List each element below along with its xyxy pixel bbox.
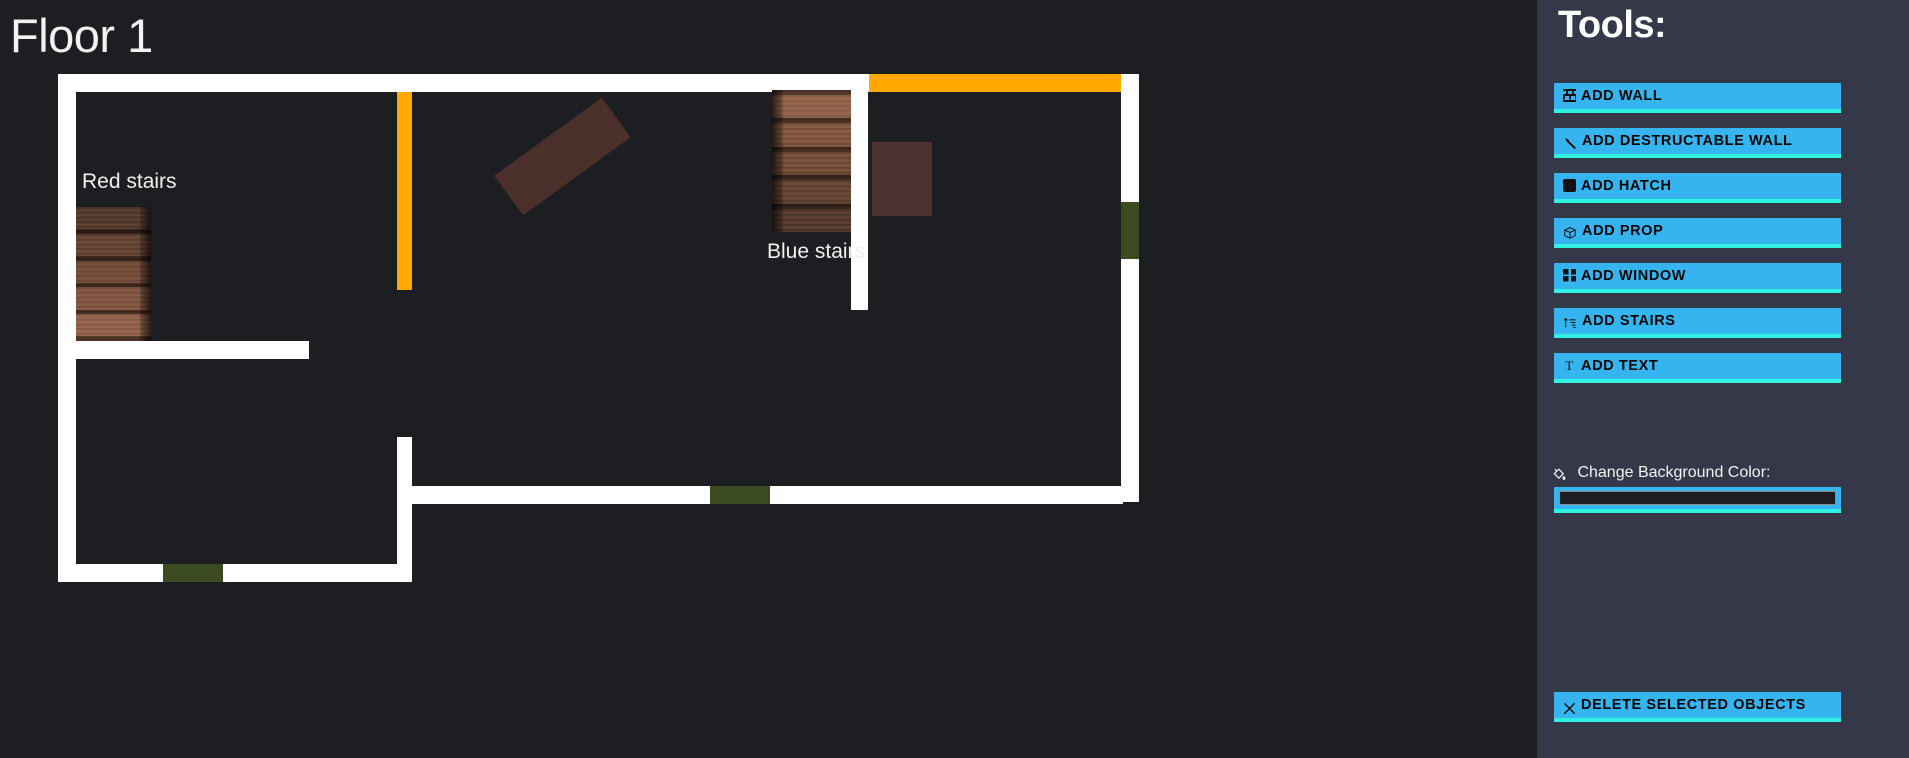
wall-segment-outer-right-lower[interactable]	[1121, 259, 1139, 502]
stair-step	[772, 175, 851, 205]
tool-button-label: ADD STAIRS	[1582, 313, 1676, 330]
delete-selected-objects-button[interactable]: DELETE SELECTED OBJECTS	[1554, 692, 1841, 722]
floor-plan-editor: Floor 1 Red stairs Blue stairs Tools: ADD…	[0, 0, 1909, 758]
tool-button-label: ADD TEXT	[1581, 358, 1659, 375]
stair-step	[772, 146, 851, 176]
tool-button-label: ADD PROP	[1582, 223, 1664, 240]
stair-step	[772, 118, 851, 148]
tools-sidebar: Tools: ADD WALL ADD DESTRUCTABLE WALL ADD …	[1537, 0, 1909, 758]
wall-segment-right-window[interactable]	[1121, 202, 1139, 259]
tool-button-list: ADD WALL ADD DESTRUCTABLE WALL ADD HATCH AD…	[1554, 83, 1841, 398]
tool-button-label: ADD WINDOW	[1581, 268, 1687, 285]
close-x-icon	[1563, 698, 1576, 714]
hatch-object-hatch-angled[interactable]	[494, 97, 631, 216]
brick-wall-icon	[1563, 88, 1576, 102]
background-color-input[interactable]	[1554, 487, 1841, 513]
tool-button-label: ADD WALL	[1581, 88, 1663, 105]
stair-nosing	[772, 175, 851, 181]
canvas-text-blue-stairs-label[interactable]: Blue stairs	[767, 239, 865, 264]
delete-button-container: DELETE SELECTED OBJECTS	[1554, 692, 1841, 722]
stair-nosing	[772, 203, 851, 209]
tool-button-add-stairs[interactable]: ADD STAIRS	[1554, 308, 1841, 338]
wall-segment-outer-bottom[interactable]	[58, 564, 412, 582]
wall-segment-inner-vert-blue[interactable]	[851, 92, 868, 310]
wall-segment-outer-left[interactable]	[58, 74, 76, 582]
hammer-icon	[1563, 133, 1577, 149]
wall-segment-inner-horiz-left[interactable]	[76, 341, 309, 359]
canvas-text-red-stairs-label[interactable]: Red stairs	[82, 169, 177, 194]
stairs-icon	[1563, 313, 1577, 329]
stairs-object-blue-stairs[interactable]	[772, 90, 851, 232]
window-panes-icon	[1563, 268, 1576, 282]
stair-step	[772, 90, 851, 119]
plan-objects-layer: Red stairs Blue stairs	[0, 0, 1537, 758]
text-t-icon: T	[1565, 357, 1574, 373]
tool-button-add-text[interactable]: T ADD TEXT	[1554, 353, 1841, 383]
tool-button-add-destructable-wall[interactable]: ADD DESTRUCTABLE WALL	[1554, 128, 1841, 158]
stairs-object-red-stairs[interactable]	[76, 207, 151, 341]
stair-nosing	[772, 90, 851, 95]
wall-segment-outer-right-upper[interactable]	[1121, 74, 1139, 202]
wall-segment-inner-vert-right[interactable]	[397, 437, 412, 582]
paint-bucket-icon	[1552, 466, 1567, 481]
stair-nosing	[772, 146, 851, 152]
stair-side-shading	[772, 90, 783, 232]
tool-button-label: ADD HATCH	[1581, 178, 1672, 195]
cube-icon	[1563, 223, 1577, 239]
wall-segment-outer-top-left[interactable]	[58, 74, 872, 92]
stair-nosing	[772, 118, 851, 124]
tool-button-add-hatch[interactable]: ADD HATCH	[1554, 173, 1841, 203]
tool-button-add-prop[interactable]: ADD PROP	[1554, 218, 1841, 248]
wall-segment-bottom-window-1[interactable]	[163, 564, 223, 582]
filled-square-icon	[1563, 178, 1576, 192]
prop-object-prop-right-top[interactable]	[872, 142, 932, 216]
tools-panel-title: Tools:	[1558, 4, 1667, 46]
background-color-swatch[interactable]	[1559, 491, 1836, 505]
wall-segment-inner-vert-mid[interactable]	[397, 92, 412, 290]
stair-step	[772, 203, 851, 232]
delete-selected-objects-label: DELETE SELECTED OBJECTS	[1581, 697, 1806, 714]
wall-segment-outer-top-right[interactable]	[869, 74, 1121, 92]
background-color-label-row: Change Background Color:	[1552, 463, 1852, 483]
tool-button-add-window[interactable]: ADD WINDOW	[1554, 263, 1841, 293]
tool-button-label: ADD DESTRUCTABLE WALL	[1582, 133, 1793, 150]
floor-plan-canvas[interactable]: Floor 1 Red stairs Blue stairs	[0, 0, 1537, 758]
stair-side-shading	[140, 207, 151, 341]
background-color-label: Change Background Color:	[1577, 464, 1771, 481]
tool-button-add-wall[interactable]: ADD WALL	[1554, 83, 1841, 113]
wall-segment-bottom-window-2[interactable]	[710, 486, 770, 504]
